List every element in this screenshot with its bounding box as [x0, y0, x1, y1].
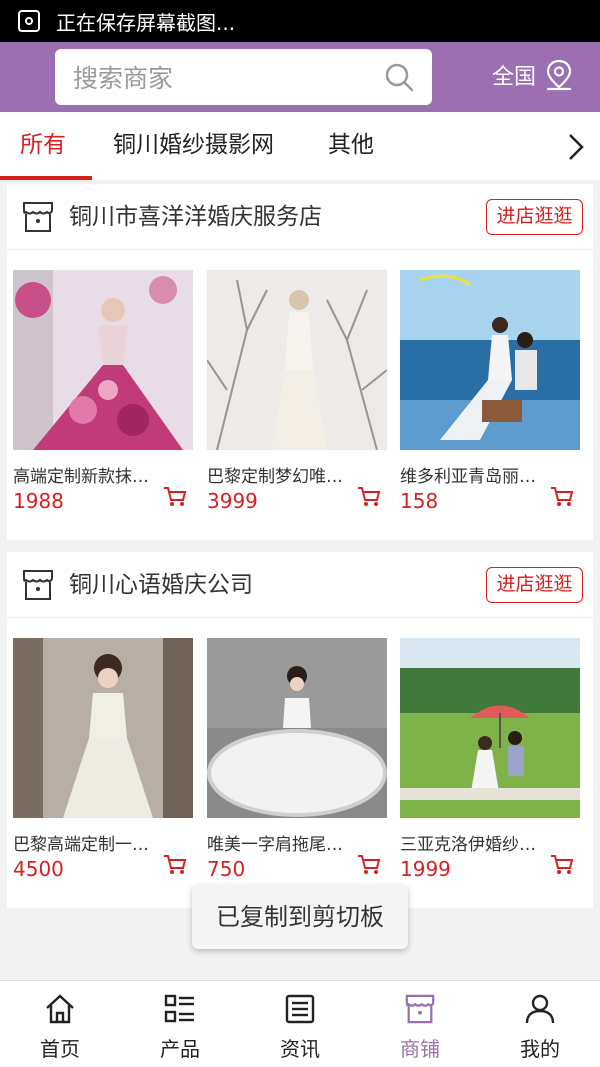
cart-icon[interactable]	[163, 486, 187, 508]
enter-store-button[interactable]: 进店逛逛	[486, 199, 583, 235]
product-name: 维多利亚青岛丽…	[400, 467, 536, 487]
product-card[interactable]: 维多利亚青岛丽… 158	[400, 270, 580, 513]
cart-icon[interactable]	[357, 854, 381, 876]
tab-other[interactable]: 其他	[328, 112, 374, 180]
home-icon	[46, 994, 74, 1024]
grid-list-icon	[164, 994, 194, 1023]
product-image	[400, 638, 580, 818]
product-card[interactable]: 巴黎高端定制一… 4500	[13, 638, 193, 881]
category-tabs: 所有 铜川婚纱摄影网 其他	[0, 112, 600, 180]
nav-products[interactable]: 产品	[120, 981, 240, 1067]
product-name: 巴黎定制梦幻唯…	[207, 467, 343, 487]
nav-label: 资讯	[280, 1037, 320, 1061]
product-name: 巴黎高端定制一…	[13, 835, 149, 855]
screenshot-icon	[18, 10, 40, 32]
nav-stores[interactable]: 商铺	[360, 981, 480, 1067]
active-tab-indicator	[0, 176, 92, 180]
product-card[interactable]: 三亚克洛伊婚纱… 1999	[400, 638, 580, 881]
top-header: 搜索商家 全国	[0, 42, 600, 112]
product-name: 三亚克洛伊婚纱…	[400, 835, 536, 855]
product-row: 高端定制新款抹… 1988 巴黎定制梦幻唯… 3999 维多利亚青岛丽… 158	[7, 250, 593, 540]
chevron-right-icon[interactable]	[566, 132, 586, 162]
region-label: 全国	[492, 65, 537, 90]
nav-label: 商铺	[400, 1037, 440, 1061]
location-pin-icon	[546, 59, 572, 91]
search-placeholder: 搜索商家	[73, 64, 174, 93]
store-icon	[23, 202, 53, 232]
product-name: 高端定制新款抹…	[13, 467, 149, 487]
nav-label: 产品	[160, 1037, 200, 1061]
shop-header[interactable]: 铜川心语婚庆公司 进店逛逛	[7, 552, 593, 618]
product-card[interactable]: 高端定制新款抹… 1988	[13, 270, 193, 513]
cart-icon[interactable]	[357, 486, 381, 508]
region-selector[interactable]: 全国	[492, 59, 574, 91]
nav-label: 首页	[40, 1037, 80, 1061]
shop-card: 铜川心语婚庆公司 进店逛逛 巴黎高端定制一… 4500 唯美一字肩拖尾… 750…	[7, 552, 593, 908]
product-image	[207, 638, 387, 818]
cart-icon[interactable]	[550, 854, 574, 876]
shop-name: 铜川心语婚庆公司	[69, 572, 253, 598]
search-icon[interactable]	[384, 62, 414, 92]
enter-store-button[interactable]: 进店逛逛	[486, 567, 583, 603]
news-icon	[285, 994, 315, 1024]
status-bar: 正在保存屏幕截图...	[0, 0, 600, 42]
shop-name: 铜川市喜洋洋婚庆服务店	[69, 204, 322, 230]
product-name: 唯美一字肩拖尾…	[207, 835, 343, 855]
cart-icon[interactable]	[550, 486, 574, 508]
product-image	[206, 270, 388, 451]
nav-mine[interactable]: 我的	[480, 981, 600, 1067]
nav-label: 我的	[520, 1037, 560, 1061]
shop-header[interactable]: 铜川市喜洋洋婚庆服务店 进店逛逛	[7, 184, 593, 250]
product-image	[13, 270, 193, 450]
product-image	[13, 638, 193, 818]
product-image	[400, 270, 580, 450]
tab-tongchuan-wedding-photo[interactable]: 铜川婚纱摄影网	[113, 112, 274, 180]
product-card[interactable]: 唯美一字肩拖尾… 750	[207, 638, 387, 881]
nav-home[interactable]: 首页	[0, 981, 120, 1067]
toast-message: 已复制到剪切板	[192, 885, 408, 949]
cart-icon[interactable]	[163, 854, 187, 876]
status-notification: 正在保存屏幕截图...	[56, 10, 236, 35]
store-icon	[405, 994, 435, 1024]
tab-all[interactable]: 所有	[20, 112, 66, 180]
product-row: 巴黎高端定制一… 4500 唯美一字肩拖尾… 750 三亚克洛伊婚纱… 1999	[7, 618, 593, 908]
store-icon	[23, 570, 53, 600]
user-icon	[525, 994, 555, 1024]
nav-news[interactable]: 资讯	[240, 981, 360, 1067]
product-card[interactable]: 巴黎定制梦幻唯… 3999	[206, 270, 388, 513]
search-input[interactable]: 搜索商家	[55, 49, 432, 105]
shop-card: 铜川市喜洋洋婚庆服务店 进店逛逛 高端定制新款抹… 1988 巴黎定制梦幻唯… …	[7, 184, 593, 540]
bottom-nav: 首页 产品 资讯 商铺 我的	[0, 980, 600, 1067]
